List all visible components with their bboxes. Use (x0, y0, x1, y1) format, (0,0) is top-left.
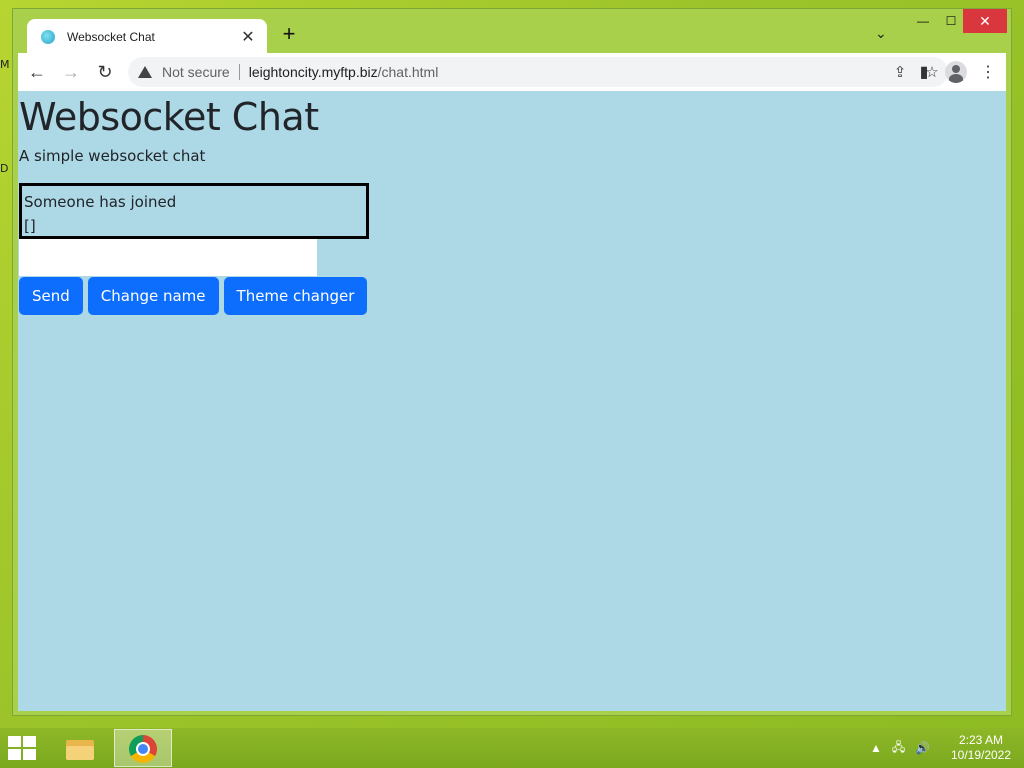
close-tab-icon[interactable]: ✕ (239, 27, 257, 47)
url-host[interactable]: leightoncity.myftp.biz (249, 64, 378, 80)
warning-icon[interactable] (138, 66, 152, 78)
taskbar: ▲ 🖧 🔊 2:23 AM 10/19/2022 (0, 728, 1024, 768)
send-button[interactable]: Send (19, 277, 83, 315)
desktop-edge-glyph: D (0, 162, 9, 175)
favicon-icon (41, 30, 55, 44)
close-window-button[interactable]: ✕ (963, 9, 1007, 33)
browser-tab[interactable]: Websocket Chat ✕ (27, 19, 267, 55)
chrome-icon (129, 735, 157, 763)
side-panel-icon[interactable]: ▮ (908, 57, 940, 87)
new-tab-button[interactable]: + (277, 23, 301, 47)
title-bar: Websocket Chat ✕ + ⌄ — ☐ ✕ (13, 9, 1011, 55)
volume-icon[interactable]: 🔊 (915, 741, 930, 755)
message-input[interactable] (19, 239, 317, 276)
change-name-button[interactable]: Change name (87, 277, 219, 315)
tab-search-chevron-icon[interactable]: ⌄ (875, 25, 887, 42)
browser-window: Websocket Chat ✕ + ⌄ — ☐ ✕ ← → ↻ Not sec… (12, 8, 1012, 716)
windows-start-icon[interactable] (8, 736, 36, 760)
security-label[interactable]: Not secure (162, 64, 230, 80)
menu-kebab-icon[interactable]: ⋮ (972, 57, 1004, 87)
tab-title: Websocket Chat (67, 30, 155, 44)
address-bar[interactable]: Not secure leightoncity.myftp.biz/chat.h… (128, 57, 948, 87)
network-icon[interactable]: 🖧 (892, 738, 905, 759)
reload-icon[interactable]: ↻ (90, 57, 120, 87)
chat-message: Someone has joined (24, 193, 177, 211)
chat-log: Someone has joined [] (19, 183, 369, 239)
clock-date: 10/19/2022 (950, 748, 1012, 762)
theme-changer-button[interactable]: Theme changer (223, 277, 368, 315)
back-arrow-icon[interactable]: ← (22, 57, 52, 87)
chrome-taskbar-button[interactable] (114, 729, 172, 767)
button-row: Send Change name Theme changer (19, 277, 368, 315)
page-content: Websocket Chat A simple websocket chat S… (18, 91, 1006, 711)
page-title: Websocket Chat (19, 95, 319, 139)
forward-arrow-icon[interactable]: → (56, 57, 86, 87)
profile-avatar[interactable] (940, 57, 972, 87)
file-explorer-icon[interactable] (64, 734, 96, 762)
avatar-icon (945, 61, 967, 83)
clock[interactable]: 2:23 AM 10/19/2022 (946, 733, 1016, 763)
tray-expand-icon[interactable]: ▲ (870, 741, 882, 755)
page-subtitle: A simple websocket chat (19, 147, 206, 165)
desktop-edge-glyph: M (0, 58, 10, 71)
minimize-button[interactable]: — (909, 9, 937, 33)
browser-toolbar: ← → ↻ Not secure leightoncity.myftp.biz /… (18, 53, 1006, 91)
chat-message: [] (24, 217, 36, 235)
divider (238, 64, 240, 80)
clock-time: 2:23 AM (958, 733, 1004, 747)
maximize-button[interactable]: ☐ (937, 9, 965, 33)
url-path[interactable]: /chat.html (378, 64, 439, 80)
system-tray: ▲ 🖧 🔊 (870, 728, 930, 768)
